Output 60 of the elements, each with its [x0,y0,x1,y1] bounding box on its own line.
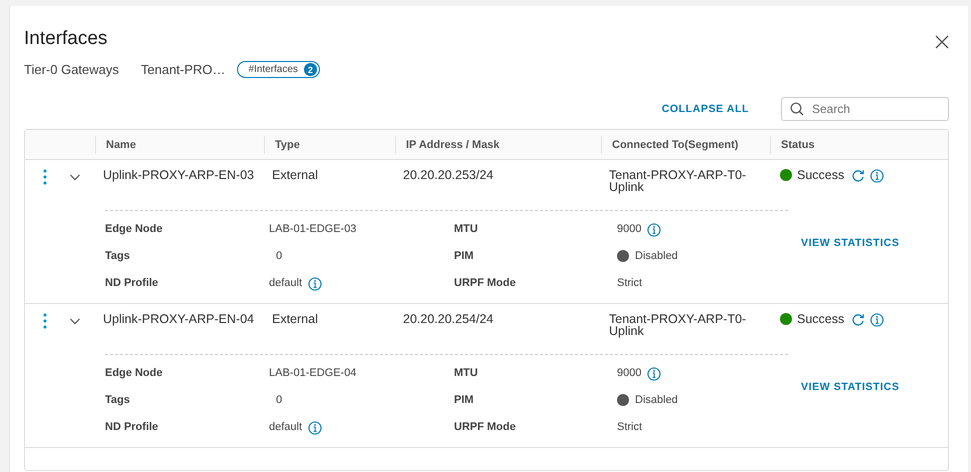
detail-value: 9000 [617,223,642,235]
detail-value: 0 [275,250,282,262]
search-icon [790,102,804,116]
detail-label: URPF Mode [454,421,517,435]
close-icon[interactable] [935,35,949,49]
view-statistics-button[interactable]: VIEW STATISTICS [801,379,900,395]
detail-label: ND Profile [105,421,160,435]
detail-value: LAB-01-EDGE-04 [269,367,356,379]
column-header: Status [770,136,948,154]
detail-value: 9000 [617,367,642,379]
detail-value: default [269,421,302,433]
table-cell-text: 20.20.20.253/24 [402,169,494,184]
status-text: Success [797,169,844,181]
detail-value: Strict [617,421,642,433]
info-icon[interactable] [870,169,884,183]
table-cell-text: Uplink-PROXY-ARP-EN-04 [102,313,255,328]
detail-label: URPF Mode [454,277,517,291]
breadcrumb-link[interactable]: Tenant-PRO… [140,62,226,77]
search-field[interactable]: Search [781,97,949,121]
view-statistics-button[interactable]: VIEW STATISTICS [801,235,900,251]
detail-value: default [269,277,302,289]
table-cell-text: 20.20.20.254/24 [402,313,494,328]
table-cell-text: External [271,313,319,328]
detail-value: 0 [275,394,282,406]
table-cell-text: Tenant-PROXY-ARP-T0-Uplink [608,169,748,193]
detail-label: MTU [454,223,479,237]
detail-value: Disabled [635,250,678,262]
detail-value: Disabled [635,394,678,406]
info-icon[interactable] [647,223,662,237]
table-cell-text: Uplink-PROXY-ARP-EN-03 [102,169,255,184]
detail-value: LAB-01-EDGE-03 [269,223,356,235]
detail-label: MTU [454,367,479,381]
info-icon[interactable] [647,367,662,381]
more-actions-icon[interactable] [43,169,47,185]
info-icon[interactable] [308,277,322,291]
filter-chip[interactable]: #Interfaces 2 [237,61,320,78]
column-header: Connected To(Segment) [601,136,770,154]
refresh-icon[interactable] [851,313,866,327]
table-cell-text: Tenant-PROXY-ARP-T0-Uplink [608,313,748,337]
collapse-all-button[interactable]: COLLAPSE ALL [662,101,749,117]
detail-label: Edge Node [105,223,164,237]
refresh-icon[interactable] [851,169,866,183]
dialog-title: Interfaces [24,28,108,50]
detail-label: Tags [105,394,131,408]
detail-label: Tags [105,250,131,264]
detail-label: ND Profile [105,277,160,291]
count-badge: 2 [304,63,317,76]
breadcrumb-link[interactable]: Tier-0 Gateways [24,62,119,77]
info-icon[interactable] [870,313,884,327]
detail-label: PIM [454,250,475,264]
table-cell-text: External [271,169,319,184]
column-header: Name [95,136,264,154]
info-icon[interactable] [308,421,322,435]
detail-value: Strict [617,277,642,289]
more-actions-icon[interactable] [43,313,47,329]
column-header: Type [264,136,395,154]
detail-label: PIM [454,394,475,408]
status-text: Success [797,313,844,325]
detail-label: Edge Node [105,367,164,381]
column-header: IP Address / Mask [395,136,601,154]
